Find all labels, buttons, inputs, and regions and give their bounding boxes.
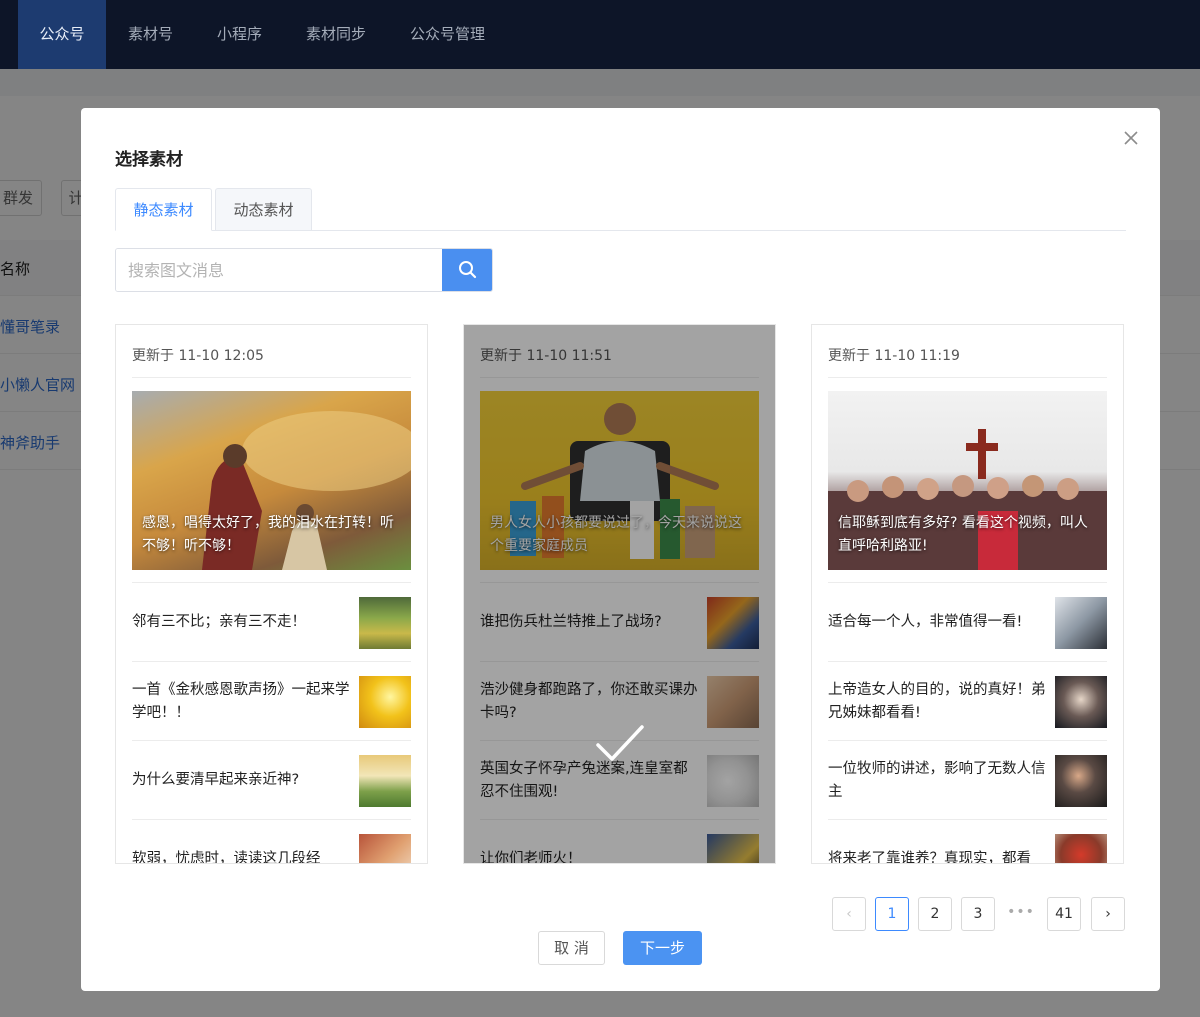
list-item: 邻有三不比；亲有三不走！ bbox=[132, 582, 411, 661]
list-item: 一位牧师的讲述，影响了无数人信主 bbox=[828, 740, 1107, 819]
item-title: 上帝造女人的目的，说的真好！弟兄姊妹都看看! bbox=[828, 681, 1046, 721]
cancel-button[interactable]: 取 消 bbox=[538, 931, 605, 965]
list-item: 将来老了靠谁养？真现实，都看 bbox=[828, 819, 1107, 864]
article-card-selected[interactable]: 更新于 11-10 11:51 男人女人小孩都要说过了，今天来说说这个重要家庭成… bbox=[463, 324, 776, 864]
search-input[interactable] bbox=[116, 249, 442, 291]
item-thumbnail bbox=[1055, 597, 1107, 649]
pagination-page-1[interactable]: 1 bbox=[875, 897, 909, 931]
list-item: 上帝造女人的目的，说的真好！弟兄姊妹都看看! bbox=[828, 661, 1107, 740]
item-thumbnail bbox=[1055, 755, 1107, 807]
cover-title: 信耶稣到底有多好? 看看这个视频，叫人直呼哈利路亚! bbox=[838, 515, 1088, 554]
top-nav: 公众号 素材号 小程序 素材同步 公众号管理 bbox=[0, 0, 1200, 69]
item-title: 一首《金秋感恩歌声扬》一起来学学吧！！ bbox=[132, 681, 350, 721]
select-material-modal: 选择素材 静态素材 动态素材 更新于 11-10 12:05 感恩， bbox=[81, 108, 1160, 991]
item-thumbnail bbox=[359, 676, 411, 728]
item-thumbnail bbox=[1055, 834, 1107, 863]
pagination-last-page[interactable]: 41 bbox=[1047, 897, 1081, 931]
divider bbox=[828, 377, 1107, 378]
modal-title: 选择素材 bbox=[115, 150, 183, 170]
divider bbox=[132, 377, 411, 378]
pagination-page-3[interactable]: 3 bbox=[961, 897, 995, 931]
article-card[interactable]: 更新于 11-10 11:19 信耶稣到底有多好? 看看这个视频，叫人直呼哈利路… bbox=[811, 324, 1124, 864]
selected-overlay bbox=[464, 325, 775, 863]
update-time: 更新于 11-10 12:05 bbox=[132, 348, 264, 364]
item-thumbnail bbox=[359, 834, 411, 863]
nav-item-material-sync[interactable]: 素材同步 bbox=[284, 0, 388, 69]
list-item: 为什么要清早起来亲近神? bbox=[132, 740, 411, 819]
cover-image: 感恩，唱得太好了，我的泪水在打转！听不够！听不够！ bbox=[132, 391, 411, 570]
list-item: 适合每一个人，非常值得一看! bbox=[828, 582, 1107, 661]
nav-item-material-account[interactable]: 素材号 bbox=[106, 0, 195, 69]
item-title: 适合每一个人，非常值得一看! bbox=[828, 614, 1023, 630]
nav-item-official-account[interactable]: 公众号 bbox=[18, 0, 106, 69]
pagination-page-2[interactable]: 2 bbox=[918, 897, 952, 931]
search-box bbox=[115, 248, 493, 292]
next-step-button[interactable]: 下一步 bbox=[623, 931, 702, 965]
search-button[interactable] bbox=[442, 249, 492, 291]
list-item: 软弱，忧虑时，读读这几段经 bbox=[132, 819, 411, 864]
update-time: 更新于 11-10 11:19 bbox=[828, 348, 960, 364]
nav-item-account-management[interactable]: 公众号管理 bbox=[388, 0, 507, 69]
item-thumbnail bbox=[359, 597, 411, 649]
item-thumbnail bbox=[359, 755, 411, 807]
item-thumbnail bbox=[1055, 676, 1107, 728]
close-icon[interactable] bbox=[1121, 128, 1141, 148]
material-tabs: 静态素材 动态素材 bbox=[115, 188, 1126, 231]
cover-title: 感恩，唱得太好了，我的泪水在打转！听不够！听不够！ bbox=[142, 515, 394, 554]
item-title: 为什么要清早起来亲近神? bbox=[132, 772, 300, 788]
pagination-ellipsis[interactable]: ••• bbox=[1004, 897, 1038, 931]
item-title: 将来老了靠谁养？真现实，都看 bbox=[828, 851, 1031, 864]
cover-image: 信耶稣到底有多好? 看看这个视频，叫人直呼哈利路亚! bbox=[828, 391, 1107, 570]
tab-static-material[interactable]: 静态素材 bbox=[115, 188, 212, 231]
list-item: 一首《金秋感恩歌声扬》一起来学学吧！！ bbox=[132, 661, 411, 740]
pagination-prev-button[interactable]: ‹ bbox=[832, 897, 866, 931]
search-icon bbox=[459, 261, 477, 279]
item-title: 邻有三不比；亲有三不走！ bbox=[132, 614, 306, 630]
item-title: 一位牧师的讲述，影响了无数人信主 bbox=[828, 760, 1046, 800]
nav-item-mini-program[interactable]: 小程序 bbox=[195, 0, 284, 69]
check-icon bbox=[596, 725, 644, 761]
item-title: 软弱，忧虑时，读读这几段经 bbox=[132, 851, 321, 864]
tab-dynamic-material[interactable]: 动态素材 bbox=[215, 188, 312, 231]
article-card[interactable]: 更新于 11-10 12:05 感恩，唱得太好了，我的泪水在打转！听不够！听不够… bbox=[115, 324, 428, 864]
pagination-next-button[interactable]: › bbox=[1091, 897, 1125, 931]
